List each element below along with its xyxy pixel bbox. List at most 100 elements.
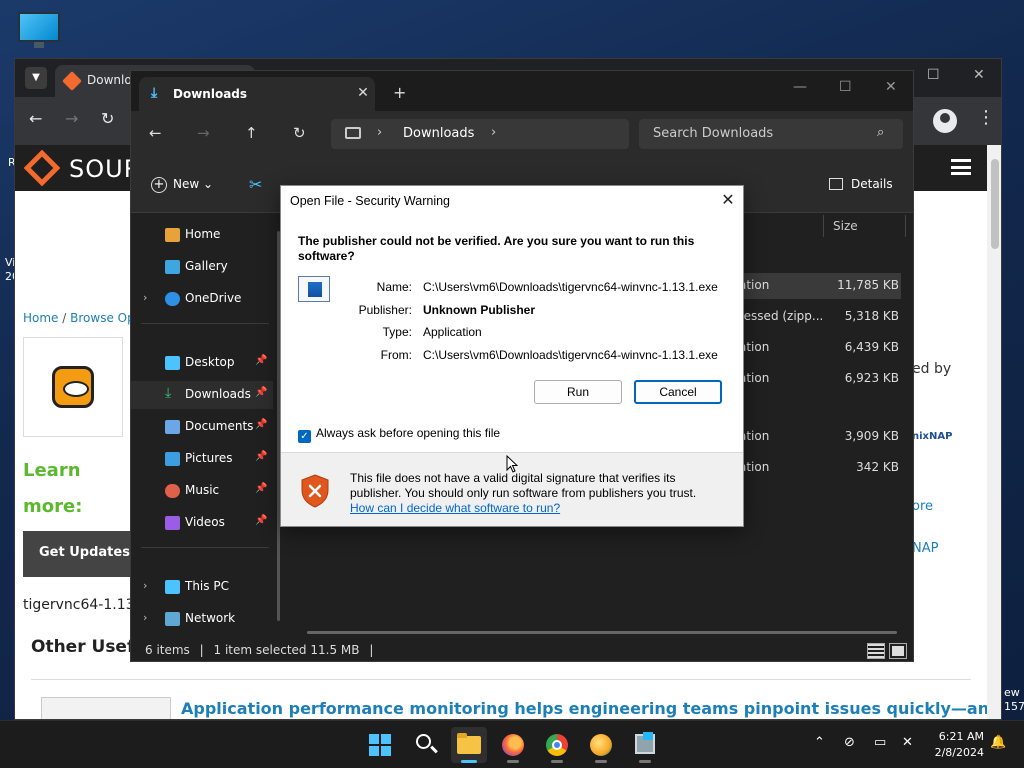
taskbar: ⌃ ⊘ ▭ ✕ 6:21 AM 2/8/2024 🔔 xyxy=(0,720,1024,768)
details-view-icon[interactable] xyxy=(867,643,885,659)
search-input[interactable]: Search Downloads ⌕ xyxy=(639,119,903,149)
chevron-right-icon[interactable]: › xyxy=(143,611,147,624)
column-header-size[interactable]: Size xyxy=(833,219,858,233)
scrollbar-thumb[interactable] xyxy=(991,159,999,249)
close-icon[interactable]: ✕ xyxy=(885,79,897,95)
profile-avatar-icon[interactable] xyxy=(933,109,957,133)
nav-label: Documents xyxy=(185,419,254,433)
new-button[interactable]: + New ⌄ xyxy=(151,177,213,193)
item-count: 6 items xyxy=(145,643,190,657)
new-tab-icon[interactable]: + xyxy=(393,83,406,102)
maximize-icon[interactable]: ☐ xyxy=(927,67,940,83)
sponsored-by-text: ed by xyxy=(912,361,952,377)
nav-item-onedrive[interactable]: › OneDrive xyxy=(131,285,273,313)
browser-scrollbar[interactable] xyxy=(987,145,1001,719)
pin-icon: 📌 xyxy=(255,355,268,366)
reload-icon[interactable]: ↻ xyxy=(101,109,114,128)
desktop-this-pc-icon[interactable] xyxy=(18,12,60,50)
nav-label: Network xyxy=(185,611,236,625)
hamburger-menu-icon[interactable] xyxy=(951,159,971,175)
tiles-view-icon[interactable] xyxy=(889,643,907,659)
taskbar-file-explorer[interactable] xyxy=(451,727,487,763)
back-icon[interactable]: ← xyxy=(29,109,42,128)
nav-item-gallery[interactable]: Gallery xyxy=(131,253,273,281)
volume-muted-icon[interactable]: ✕ xyxy=(902,735,913,750)
taskbar-firefox[interactable] xyxy=(495,727,531,763)
shell-app-icon xyxy=(590,734,612,756)
chevron-up-icon[interactable]: ⌃ xyxy=(814,735,825,750)
taskbar-shell-app[interactable] xyxy=(583,727,619,763)
details-button[interactable]: Details xyxy=(829,177,893,191)
nav-item-downloads[interactable]: ⤓ Downloads 📌 xyxy=(131,381,273,409)
search-icon xyxy=(416,734,431,749)
breadcrumb-separator: / xyxy=(62,311,67,325)
article-link[interactable]: Application performance monitoring helps… xyxy=(181,699,1001,718)
article-thumbnail[interactable] xyxy=(41,697,171,719)
address-path[interactable]: › Downloads › xyxy=(331,119,629,149)
nav-label: Videos xyxy=(185,515,225,529)
horizontal-scrollbar[interactable] xyxy=(307,631,897,634)
explorer-tab-downloads[interactable]: ⤓ Downloads ✕ xyxy=(139,77,375,111)
nav-label: Music xyxy=(185,483,220,497)
nav-item-network[interactable]: › Network xyxy=(131,605,273,633)
no-network-icon[interactable]: ⊘ xyxy=(844,735,855,750)
sponsor-nap-link[interactable]: NAP xyxy=(912,541,938,556)
nav-item-pictures[interactable]: Pictures 📌 xyxy=(131,445,273,473)
clock[interactable]: 6:21 AM 2/8/2024 xyxy=(928,729,984,761)
file-size: 6,923 KB xyxy=(844,371,899,385)
taskbar-chrome[interactable] xyxy=(539,727,575,763)
maximize-icon[interactable]: ☐ xyxy=(839,79,852,95)
chevron-right-icon[interactable]: › xyxy=(143,291,147,304)
signature-warning-text: This file does not have a valid digital … xyxy=(350,471,697,500)
cancel-button[interactable]: Cancel xyxy=(634,380,722,404)
nav-item-documents[interactable]: Documents 📌 xyxy=(131,413,273,441)
selection-info: 1 item selected 11.5 MB xyxy=(213,643,360,657)
taskbar-network-app[interactable] xyxy=(627,727,663,763)
help-link[interactable]: How can I decide what software to run? xyxy=(350,501,560,515)
forward-icon[interactable]: → xyxy=(65,109,78,128)
nav-item-this-pc[interactable]: › This PC xyxy=(131,573,273,601)
chevron-right-icon[interactable]: › xyxy=(377,125,382,140)
field-label: Type: xyxy=(382,325,412,339)
tab-close-icon[interactable]: ✕ xyxy=(351,85,375,103)
minimize-icon[interactable]: — xyxy=(793,79,807,95)
start-button[interactable] xyxy=(362,727,398,763)
sponsor-logo[interactable]: nixNAP xyxy=(912,431,952,442)
explorer-tab-title: Downloads xyxy=(173,87,248,101)
always-ask-checkbox[interactable]: ✓ Always ask before opening this file xyxy=(298,426,500,443)
get-updates-button[interactable]: Get Updates xyxy=(23,531,133,577)
back-icon[interactable]: ← xyxy=(149,124,162,142)
notification-bell-icon[interactable]: 🔔 xyxy=(990,735,1006,750)
path-segment-downloads[interactable]: Downloads xyxy=(403,126,474,141)
pin-icon: 📌 xyxy=(255,451,268,462)
kebab-menu-icon[interactable]: ⋮ xyxy=(977,107,995,128)
security-warning-dialog[interactable]: Open File - Security Warning ✕ The publi… xyxy=(280,185,744,527)
nav-item-music[interactable]: Music 📌 xyxy=(131,477,273,505)
close-icon[interactable]: ✕ xyxy=(973,67,985,83)
status-bar: 6 items | 1 item selected 11.5 MB | xyxy=(131,639,913,661)
chevron-right-icon[interactable]: › xyxy=(143,579,147,592)
refresh-icon[interactable]: ↻ xyxy=(293,124,306,142)
breadcrumb: Home / Browse Ope xyxy=(23,311,142,325)
nav-item-desktop[interactable]: Desktop 📌 xyxy=(131,349,273,377)
shield-error-icon xyxy=(301,474,329,508)
clock-time: 6:21 AM xyxy=(938,730,984,743)
chevron-right-icon[interactable]: › xyxy=(491,125,496,140)
nav-item-videos[interactable]: Videos 📌 xyxy=(131,509,273,537)
sponsor-more-link[interactable]: ore xyxy=(912,499,933,514)
tab-search-dropdown[interactable]: ▼ xyxy=(25,67,47,89)
plus-icon: + xyxy=(151,177,167,193)
run-button[interactable]: Run xyxy=(534,380,622,404)
clock-date: 2/8/2024 xyxy=(934,746,984,759)
forward-icon[interactable]: → xyxy=(197,124,210,142)
nav-item-home[interactable]: Home xyxy=(131,221,273,249)
checkmark-icon[interactable]: ✓ xyxy=(298,430,311,443)
cut-icon[interactable]: ✂ xyxy=(249,175,262,194)
sourceforge-logo-icon[interactable] xyxy=(23,149,61,187)
breadcrumb-home[interactable]: Home xyxy=(23,311,58,325)
nav-label: Desktop xyxy=(185,355,235,369)
close-icon[interactable]: ✕ xyxy=(715,188,741,214)
display-icon[interactable]: ▭ xyxy=(874,735,886,750)
taskbar-search-button[interactable] xyxy=(407,727,443,763)
up-icon[interactable]: ↑ xyxy=(245,124,258,142)
